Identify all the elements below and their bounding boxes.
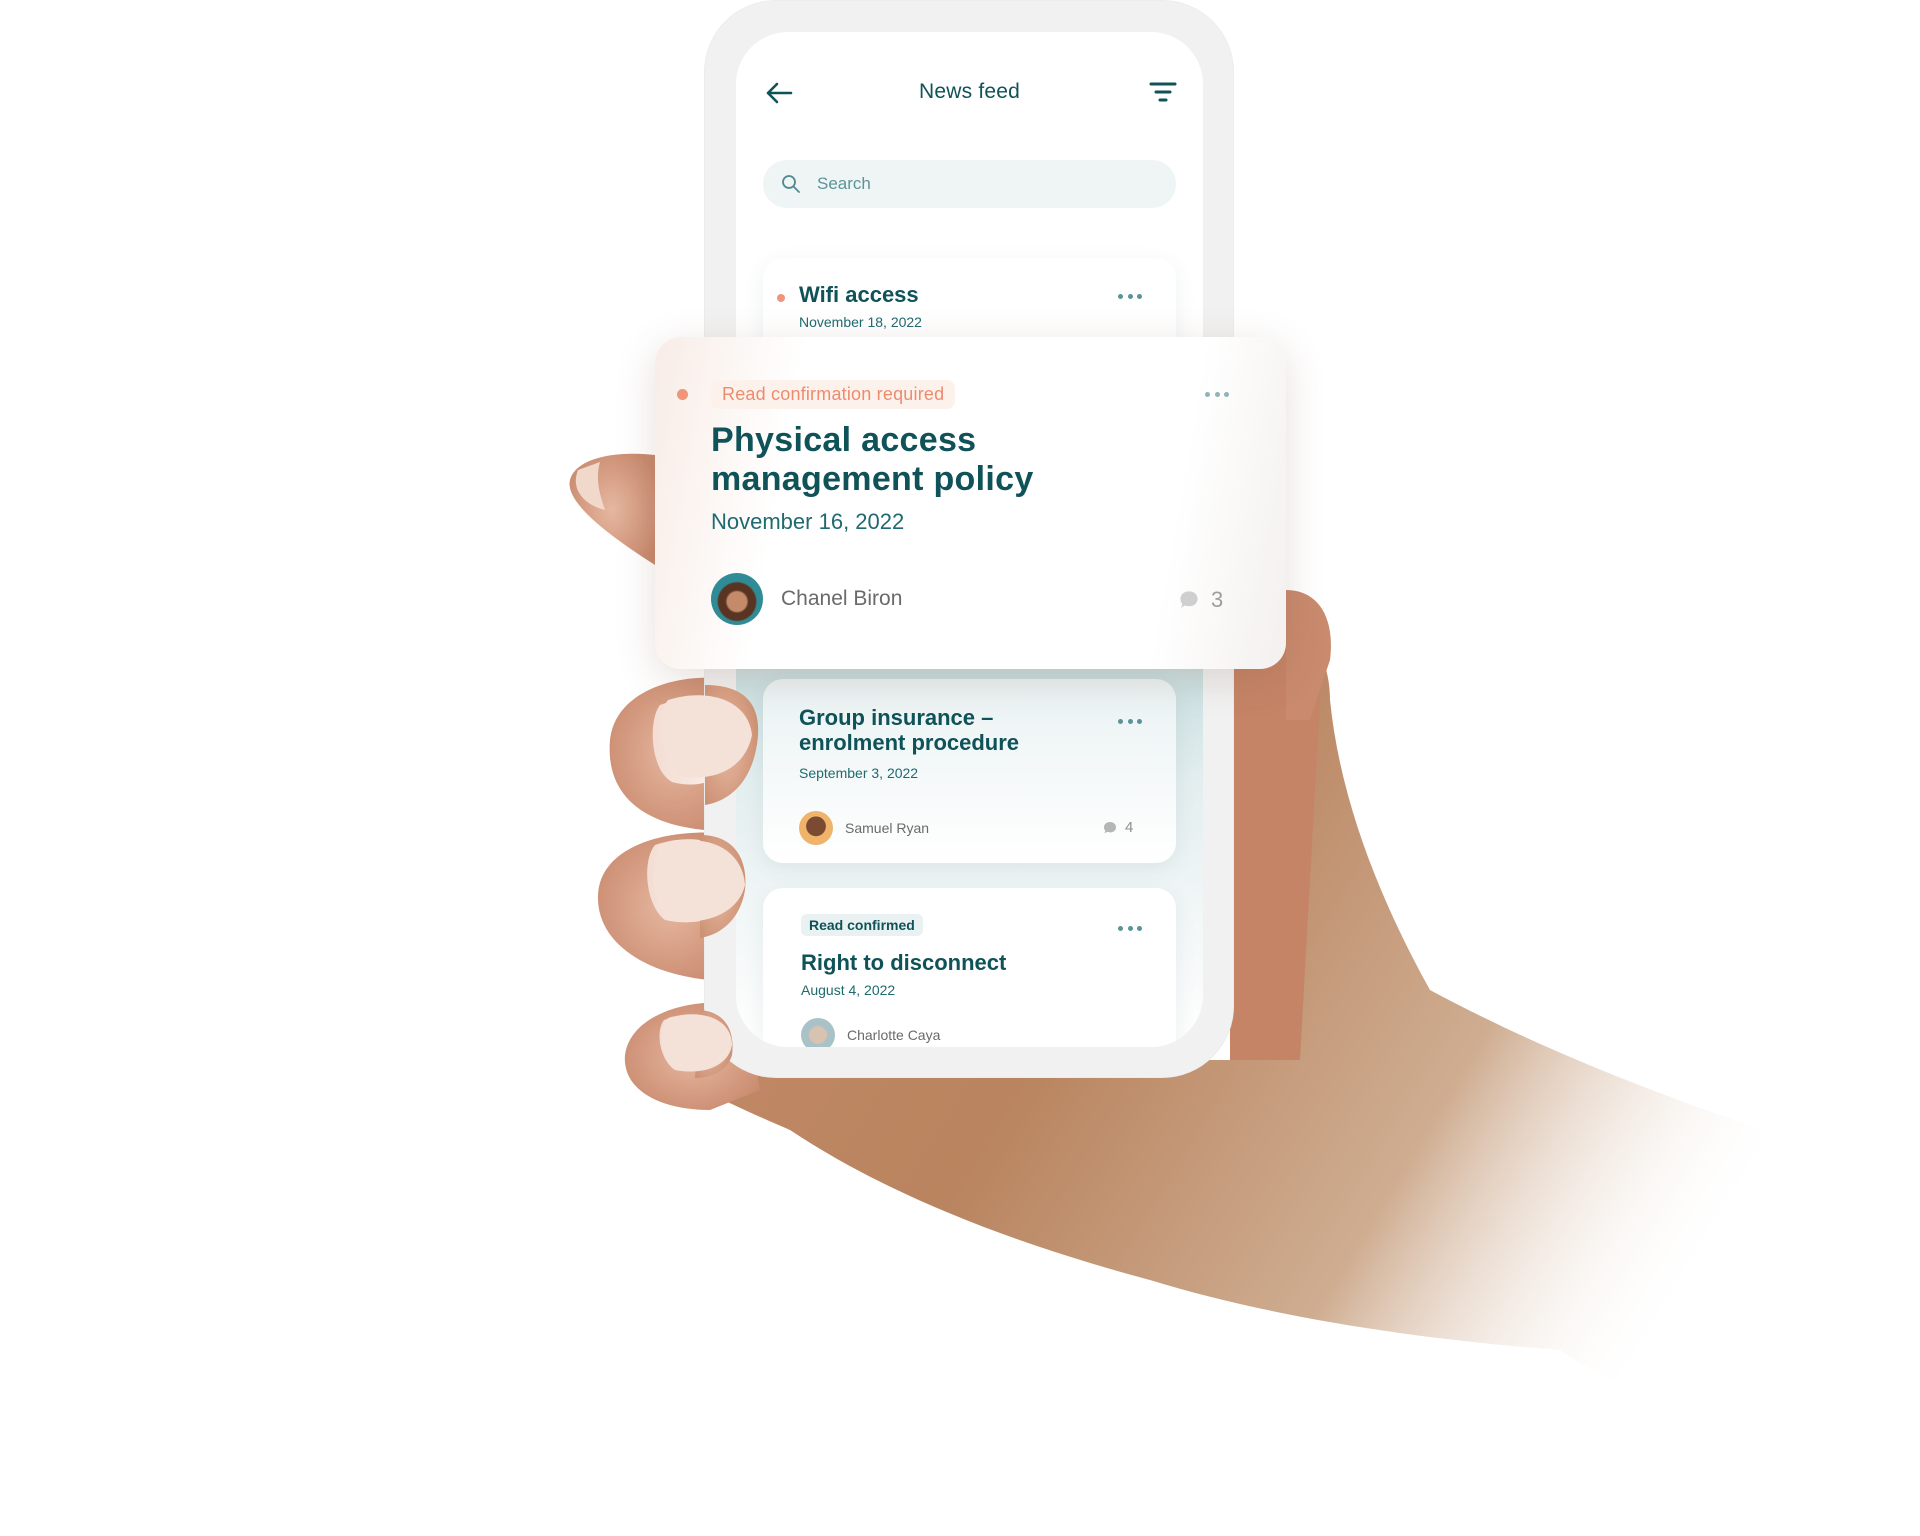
filter-icon <box>1149 82 1177 102</box>
author-row: Charlotte Caya <box>801 1018 940 1047</box>
unread-indicator <box>677 389 688 400</box>
card-title: Group insurance – enrolment procedure <box>799 705 1020 755</box>
search-bar[interactable] <box>763 160 1176 208</box>
search-icon <box>782 175 800 193</box>
feed-card-physical-access-policy[interactable]: Read confirmation required Physical acce… <box>655 337 1286 669</box>
comment-count[interactable]: 4 <box>1103 819 1133 836</box>
more-horizontal-icon <box>1118 926 1123 931</box>
search-input[interactable] <box>815 173 1139 195</box>
card-title: Wifi access <box>799 282 919 307</box>
author-name: Samuel Ryan <box>845 820 930 836</box>
comment-count[interactable]: 3 <box>1179 587 1223 613</box>
comment-icon <box>1180 591 1198 608</box>
card-date: November 18, 2022 <box>799 314 922 330</box>
card-date: September 3, 2022 <box>799 765 919 781</box>
more-options-button[interactable] <box>1118 926 1142 932</box>
feed-card-group-insurance[interactable]: Group insurance – enrolment procedure Se… <box>763 679 1176 863</box>
card-date: November 16, 2022 <box>711 509 905 534</box>
comment-icon <box>1104 821 1116 833</box>
more-options-button[interactable] <box>1118 294 1142 300</box>
author-row: Chanel Biron <box>711 573 902 625</box>
more-options-button[interactable] <box>1205 392 1229 398</box>
more-horizontal-icon <box>1118 719 1123 724</box>
avatar <box>711 573 763 625</box>
more-options-button[interactable] <box>1118 719 1142 725</box>
author-name: Charlotte Caya <box>847 1027 941 1043</box>
card-date: August 4, 2022 <box>801 982 896 998</box>
feed-card-right-to-disconnect[interactable]: Read confirmed Right to disconnect Augus… <box>763 888 1176 1047</box>
read-confirmation-required-tag: Read confirmation required <box>711 380 956 409</box>
avatar <box>801 1018 835 1047</box>
filter-button[interactable] <box>1149 80 1177 104</box>
author-row: Samuel Ryan <box>799 811 929 845</box>
read-confirmed-tag: Read confirmed <box>801 914 923 936</box>
card-title: Physical access management policy <box>711 421 1034 498</box>
avatar <box>799 811 833 845</box>
more-horizontal-icon <box>1205 392 1210 397</box>
card-title: Right to disconnect <box>801 950 1007 975</box>
unread-indicator <box>777 294 785 302</box>
page-title: News feed <box>918 80 1021 103</box>
author-name: Chanel Biron <box>781 587 903 610</box>
more-horizontal-icon <box>1118 294 1123 299</box>
